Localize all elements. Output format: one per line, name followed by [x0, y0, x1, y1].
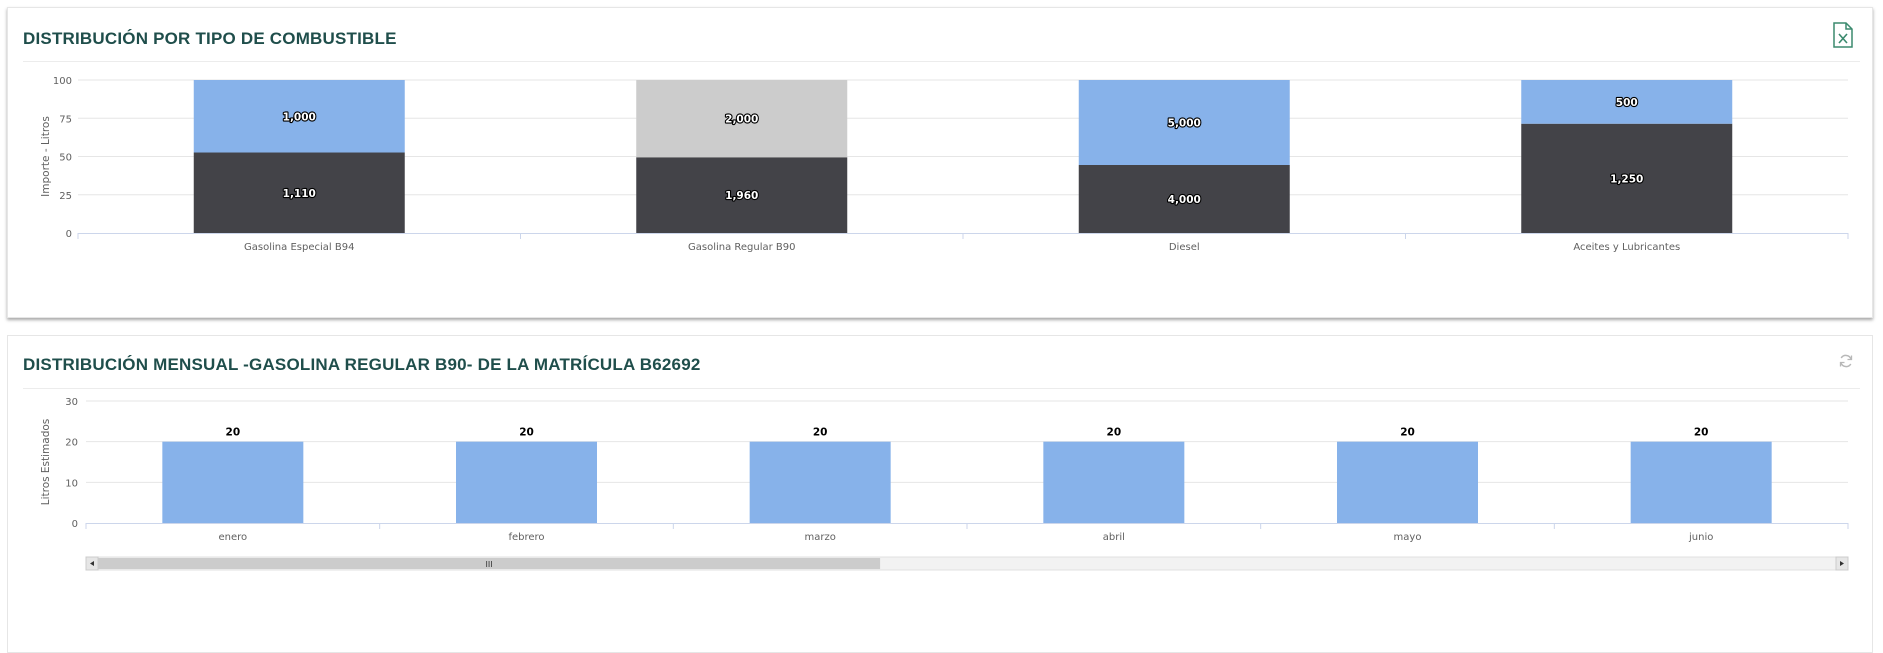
x-tick-label: Aceites y Lubricantes — [1573, 242, 1680, 253]
x-tick-label: abril — [1103, 532, 1125, 543]
scrollbar-grip: III — [486, 560, 493, 569]
y-tick-label: 25 — [59, 191, 72, 202]
refresh-icon[interactable] — [1838, 353, 1854, 369]
y-tick-label: 0 — [72, 519, 78, 530]
data-label: 20 — [1694, 427, 1709, 439]
panel-title: DISTRIBUCIÓN POR TIPO DE COMBUSTIBLE — [23, 29, 397, 48]
excel-export-icon[interactable] — [1832, 22, 1854, 48]
y-tick-label: 10 — [65, 478, 78, 489]
x-tick-label: Gasolina Regular B90 — [688, 242, 796, 253]
x-tick-label: mayo — [1394, 532, 1422, 543]
y-axis-label: Litros Estimados — [40, 419, 52, 506]
data-label: 20 — [1107, 427, 1122, 439]
data-label: 2,000 — [725, 114, 758, 126]
bar — [1630, 441, 1772, 523]
bar — [1337, 441, 1478, 523]
y-tick-label: 20 — [65, 438, 78, 449]
x-tick-label: junio — [1688, 532, 1713, 543]
data-label: 1,250 — [1610, 173, 1643, 185]
data-label: 5,000 — [1168, 118, 1201, 130]
data-label: 20 — [226, 427, 241, 439]
monthly-chart: 0 10 20 30 Litros Estimados 20 enero 20 febrero 2… — [40, 397, 1849, 571]
y-tick-label: 0 — [66, 229, 72, 240]
bar — [1043, 441, 1185, 523]
y-tick-label: 75 — [59, 114, 72, 125]
y-tick-label: 50 — [59, 153, 72, 164]
data-label: 20 — [1400, 427, 1415, 439]
data-label: 4,000 — [1168, 194, 1201, 206]
monthly-distribution-panel: DISTRIBUCIÓN MENSUAL -GASOLINA REGULAR B… — [7, 335, 1873, 653]
fuel-type-panel: DISTRIBUCIÓN POR TIPO DE COMBUSTIBLE 0 25… — [7, 7, 1873, 318]
x-tick-label: marzo — [804, 532, 835, 543]
data-label: 1,000 — [283, 111, 316, 123]
x-tick-label: enero — [219, 532, 248, 543]
fuel-type-chart: 0 25 50 75 100 Importe - Litros 1,110 1,000 Gaso… — [40, 76, 1849, 253]
bar — [162, 441, 304, 523]
y-tick-label: 100 — [53, 76, 72, 87]
bar — [456, 441, 597, 523]
data-label: 1,110 — [283, 188, 316, 200]
data-label: 20 — [519, 427, 534, 439]
x-tick-label: febrero — [508, 532, 544, 543]
data-label: 20 — [813, 427, 828, 439]
data-label: 1,960 — [725, 190, 758, 202]
bar — [749, 441, 891, 523]
panel-title: DISTRIBUCIÓN MENSUAL -GASOLINA REGULAR B… — [23, 355, 701, 374]
data-label: 500 — [1616, 97, 1638, 109]
x-tick-label: Diesel — [1169, 242, 1200, 253]
y-tick-label: 30 — [65, 397, 78, 408]
y-axis-label: Importe - Litros — [40, 116, 52, 197]
x-tick-label: Gasolina Especial B94 — [244, 242, 354, 253]
